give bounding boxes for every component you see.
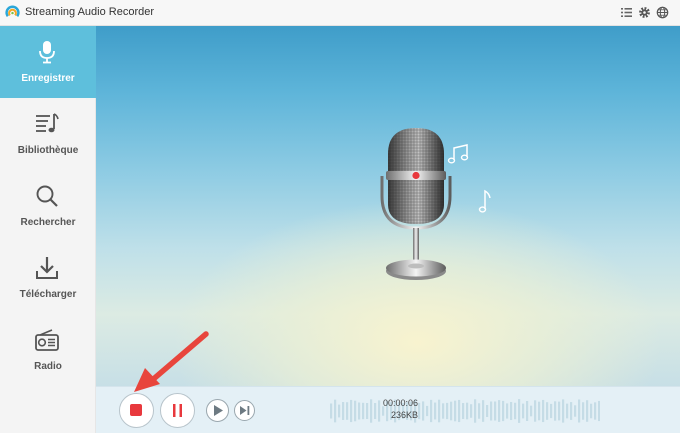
- waveform-bar: [538, 401, 541, 421]
- waveform-bar: [486, 404, 489, 418]
- waveform-bar: [490, 401, 493, 421]
- waveform-bar: [498, 400, 501, 422]
- waveform-bar: [514, 402, 517, 420]
- waveform-bar: [558, 401, 561, 421]
- waveform-bar: [570, 402, 573, 420]
- waveform-bar: [482, 400, 485, 422]
- pause-button[interactable]: [160, 393, 195, 428]
- waveform-bar: [562, 399, 565, 423]
- waveform-bar: [470, 404, 473, 418]
- microphone-icon: [39, 41, 55, 64]
- sidebar-item-enregistrer[interactable]: Enregistrer: [0, 26, 96, 98]
- gear-icon[interactable]: [638, 6, 651, 19]
- waveform-bar: [474, 399, 477, 423]
- app-logo-icon: [5, 5, 20, 17]
- waveform-bar: [510, 401, 513, 421]
- waveform-bar: [574, 405, 577, 417]
- sidebar-item-label: Enregistrer: [21, 73, 75, 84]
- waveform-bar: [354, 400, 357, 422]
- waveform-bar: [506, 403, 509, 419]
- waveform-bar: [566, 403, 569, 419]
- stop-icon: [130, 404, 142, 416]
- download-icon: [36, 257, 58, 279]
- search-icon: [36, 185, 58, 207]
- waveform-bar: [366, 402, 369, 420]
- play-icon: [214, 405, 223, 416]
- sidebar-item-label: Radio: [34, 361, 62, 372]
- waveform-bar: [554, 401, 557, 421]
- sidebar-item-label: Bibliothèque: [17, 145, 79, 156]
- sidebar: Enregistrer Bibliothèque Rechercher Télé…: [0, 26, 96, 433]
- radio-icon: [35, 329, 59, 351]
- waveform-bar: [342, 402, 345, 420]
- waveform-bar: [526, 400, 529, 422]
- waveform-bar: [478, 403, 481, 419]
- waveform-bar: [542, 399, 545, 423]
- music-notes-icon: [447, 144, 469, 164]
- annotation-arrow: [134, 331, 209, 392]
- waveform-bar: [418, 402, 421, 420]
- waveform-bar: [502, 400, 505, 422]
- music-note-icon: [478, 189, 491, 213]
- waveform-bar: [358, 402, 361, 420]
- waveform-bar: [586, 400, 589, 422]
- waveform-bar: [462, 403, 465, 419]
- waveform-bar: [550, 403, 553, 419]
- waveform-bar: [434, 402, 437, 420]
- waveform-bar: [330, 403, 333, 419]
- waveform-bar: [466, 402, 469, 420]
- waveform-bar: [446, 402, 449, 420]
- waveform-bar: [426, 405, 429, 417]
- sidebar-item-label: Télécharger: [19, 289, 77, 300]
- music-library-icon: [36, 113, 59, 133]
- waveform-bar: [522, 403, 525, 419]
- waveform-bar: [546, 402, 549, 420]
- studio-microphone-illustration: [380, 128, 452, 280]
- waveform-bar: [534, 400, 537, 422]
- audio-waveform: [330, 399, 600, 423]
- waveform-bar: [590, 403, 593, 419]
- app-title: Streaming Audio Recorder: [25, 6, 155, 18]
- waveform-bar: [370, 399, 373, 423]
- waveform-bar: [530, 405, 533, 417]
- waveform-bar: [338, 404, 341, 418]
- waveform-bar: [442, 403, 445, 419]
- list-icon[interactable]: [620, 6, 633, 19]
- title-bar: Streaming Audio Recorder: [0, 0, 680, 26]
- waveform-bar: [494, 401, 497, 421]
- waveform-bar: [582, 402, 585, 420]
- waveform-bar: [350, 399, 353, 423]
- pause-icon: [173, 404, 182, 417]
- sidebar-item-rechercher[interactable]: Rechercher: [0, 170, 96, 242]
- sidebar-item-bibliotheque[interactable]: Bibliothèque: [0, 98, 96, 170]
- stop-button[interactable]: [119, 393, 154, 428]
- globe-icon[interactable]: [656, 6, 669, 19]
- sidebar-item-label: Rechercher: [20, 217, 76, 228]
- sidebar-item-radio[interactable]: Radio: [0, 314, 96, 386]
- play-button[interactable]: [206, 399, 229, 422]
- recording-size: 236KB: [390, 410, 418, 420]
- waveform-bar: [518, 399, 521, 423]
- waveform-bar: [578, 399, 581, 423]
- next-button[interactable]: [234, 400, 255, 421]
- waveform-bar: [438, 399, 441, 423]
- waveform-bar: [430, 399, 433, 423]
- next-icon: [240, 406, 250, 415]
- waveform-bar: [458, 399, 461, 423]
- waveform-bar: [362, 402, 365, 420]
- waveform-bar: [334, 399, 337, 423]
- elapsed-time: 00:00:06: [382, 398, 418, 408]
- waveform-bar: [346, 402, 349, 420]
- waveform-bar: [422, 401, 425, 421]
- waveform-bar: [450, 401, 453, 421]
- waveform-bar: [454, 400, 457, 422]
- waveform-bar: [598, 400, 600, 422]
- sidebar-item-telecharger[interactable]: Télécharger: [0, 242, 96, 314]
- waveform-bar: [594, 402, 597, 420]
